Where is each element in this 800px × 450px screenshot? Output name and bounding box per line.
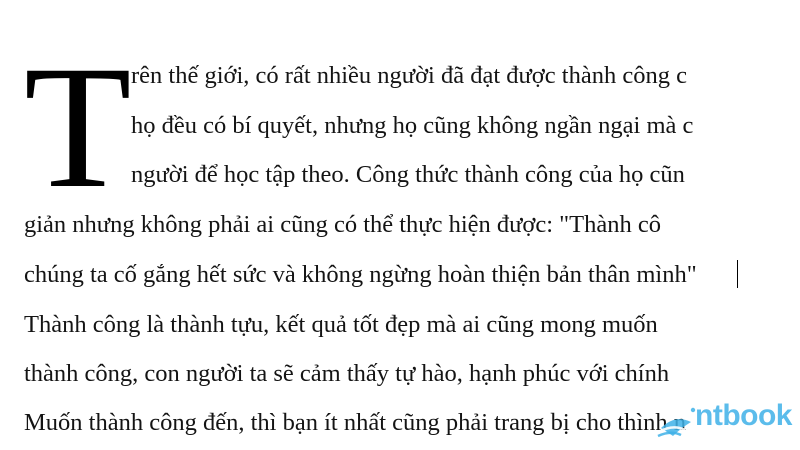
watermark-text: ntbook [695, 399, 792, 432]
text-cursor [737, 260, 738, 288]
paragraph-line-7: thành công, con người ta sẽ cảm thấy tự … [24, 360, 670, 387]
drop-cap-letter: T [24, 30, 132, 225]
paragraph-line-3: người để học tập theo. Công thức thành c… [131, 161, 685, 188]
paragraph-line-2: họ đều có bí quyết, nhưng họ cũng không … [131, 112, 694, 139]
paragraph-line-1: rên thế giới, có rất nhiều người đã đạt … [131, 62, 687, 89]
paragraph-line-5: chúng ta cố gắng hết sức và không ngừng … [24, 261, 697, 288]
watermark-logo: ntbook [655, 398, 800, 442]
paragraph-line-4: giản nhưng không phải ai cũng có thể thự… [24, 211, 662, 238]
paragraph-line-6: Thành công là thành tựu, kết quả tốt đẹp… [24, 311, 658, 338]
paragraph-line-8: Muốn thành công đến, thì bạn ít nhất cũn… [24, 409, 687, 436]
document-page: T rên thế giới, có rất nhiều người đã đạ… [0, 0, 800, 450]
